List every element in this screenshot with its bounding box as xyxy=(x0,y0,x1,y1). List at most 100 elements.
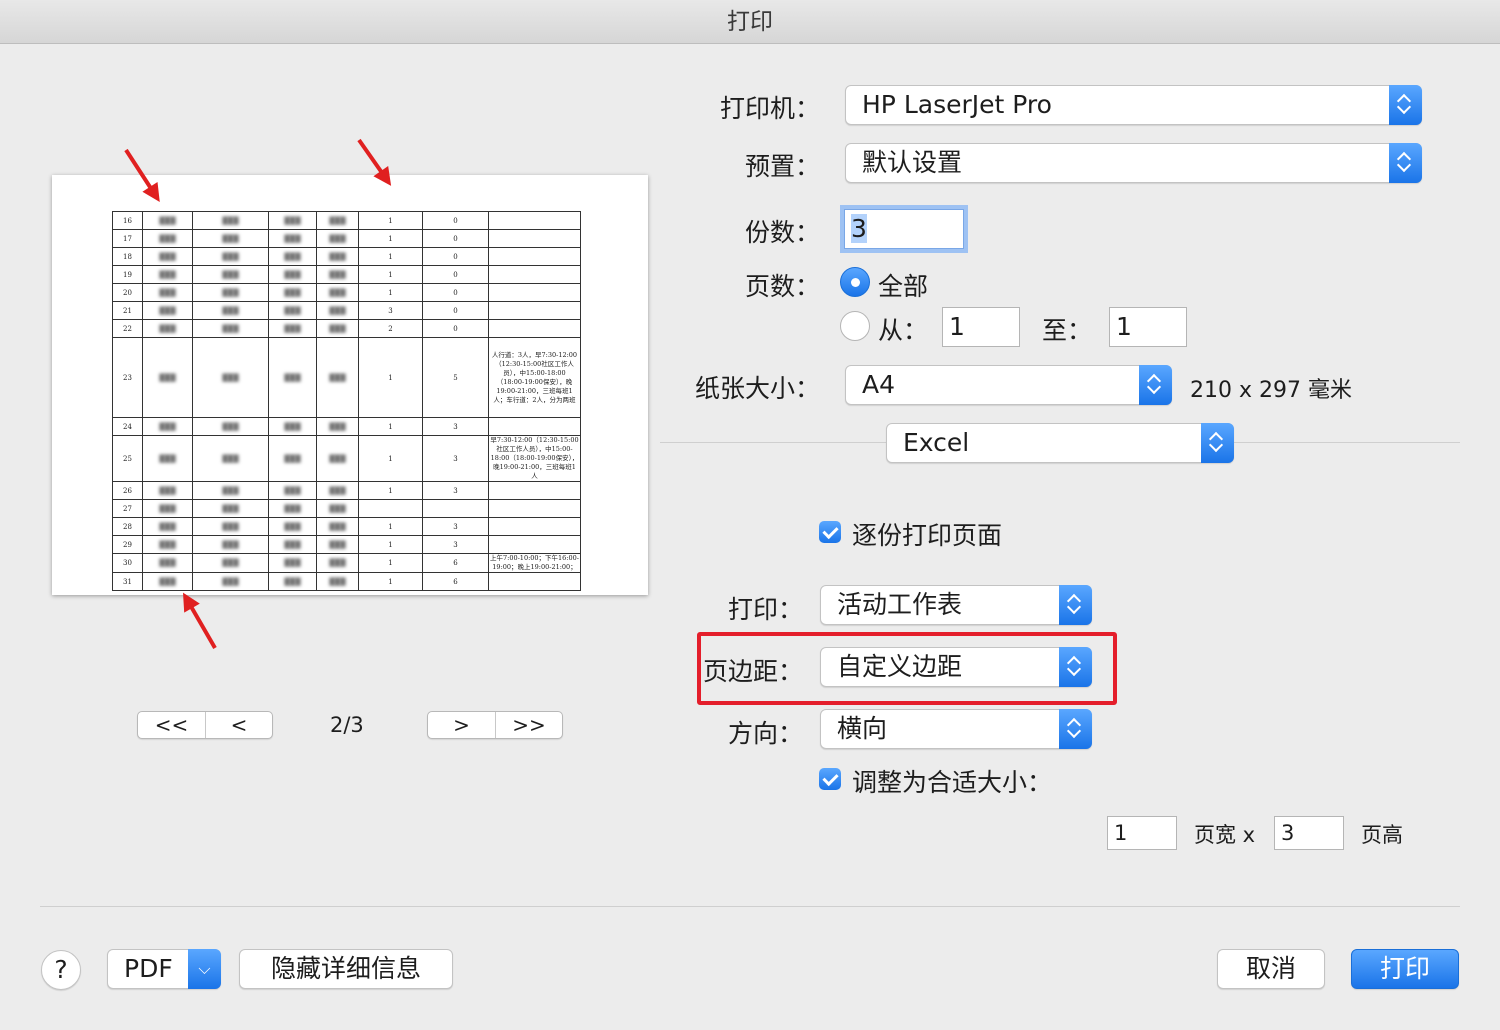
fit-to-checkbox[interactable] xyxy=(819,768,841,790)
redacted-cell: ███ xyxy=(142,435,193,482)
to-page-field[interactable]: 1 xyxy=(1109,307,1187,347)
redacted-cell: ███ xyxy=(268,481,317,500)
annotation-highlight-box xyxy=(697,632,1117,705)
redacted-cell: ███ xyxy=(142,229,193,248)
next-page-button[interactable]: > xyxy=(428,712,495,738)
table-cell: 3 xyxy=(422,435,489,482)
table-cell: 1 xyxy=(358,229,423,248)
print-what-label: 打印： xyxy=(727,595,803,624)
copies-value: 3 xyxy=(851,214,867,243)
redacted-cell: ███ xyxy=(142,499,193,518)
table-cell: 1 xyxy=(358,553,423,573)
redacted-cell: ███ xyxy=(192,517,269,536)
table-cell: 19 xyxy=(112,265,143,284)
from-page-field[interactable]: 1 xyxy=(942,307,1020,347)
table-cell: 1 xyxy=(358,337,423,418)
table-cell: 22 xyxy=(112,319,143,338)
first-page-button[interactable]: << xyxy=(138,712,205,738)
copies-field[interactable]: 3 xyxy=(844,209,964,249)
paper-dimensions: 210 x 297 毫米 xyxy=(1190,378,1352,403)
redacted-cell: ███ xyxy=(192,435,269,482)
redacted-cell: ███ xyxy=(316,417,359,436)
preview-nav-forward: > >> xyxy=(427,711,563,739)
redacted-cell: ███ xyxy=(142,517,193,536)
fit-pages-wide-label: 页宽 x xyxy=(1194,823,1256,847)
page-indicator: 2/3 xyxy=(330,713,364,737)
table-row: 24 ███ ███ ███ ███ 1 3 xyxy=(112,417,581,436)
note-cell: 上午7:00-10:00；下午16:00-19:00；晚上19:00-21:00… xyxy=(488,553,581,573)
table-row: 28 ███ ███ ███ ███ 1 3 xyxy=(112,517,581,536)
redacted-cell: ███ xyxy=(316,553,359,573)
pages-to-label: 至： xyxy=(1042,316,1093,345)
note-cell xyxy=(488,417,581,436)
print-what-popup[interactable]: 活动工作表 xyxy=(820,585,1092,625)
note-cell xyxy=(488,211,581,230)
pdf-menu-button[interactable]: PDF ⌵ xyxy=(107,949,221,989)
preset-popup[interactable]: 默认设置 xyxy=(845,143,1422,183)
copies-label: 份数： xyxy=(744,218,820,247)
redacted-cell: ███ xyxy=(192,301,269,320)
collate-checkbox[interactable] xyxy=(819,521,841,543)
redacted-cell: ███ xyxy=(316,319,359,338)
table-row: 17 ███ ███ ███ ███ 1 0 xyxy=(112,229,581,248)
redacted-cell: ███ xyxy=(142,337,193,418)
app-section-popup[interactable]: Excel xyxy=(886,423,1234,463)
redacted-cell: ███ xyxy=(142,417,193,436)
fit-to-label: 调整为合适大小： xyxy=(852,768,1053,797)
preview-nav-back: << < xyxy=(137,711,273,739)
redacted-cell: ███ xyxy=(316,435,359,482)
annotation-arrow xyxy=(188,603,217,649)
table-cell: 1 xyxy=(358,535,423,554)
popup-stepper-icon xyxy=(1201,423,1234,463)
table-cell: 6 xyxy=(422,553,489,573)
collate-label: 逐份打印页面 xyxy=(852,521,1003,550)
table-cell: 17 xyxy=(112,229,143,248)
pages-range-radio[interactable] xyxy=(840,311,870,341)
annotation-arrow xyxy=(357,138,385,176)
redacted-cell: ███ xyxy=(268,247,317,266)
paper-size-popup[interactable]: A4 xyxy=(845,365,1172,405)
orientation-popup[interactable]: 横向 xyxy=(820,709,1092,749)
redacted-cell: ███ xyxy=(268,417,317,436)
hide-details-button[interactable]: 隐藏详细信息 xyxy=(239,949,453,989)
popup-stepper-icon xyxy=(1139,365,1172,405)
redacted-cell: ███ xyxy=(142,319,193,338)
window-title: 打印 xyxy=(0,0,1500,44)
redacted-cell: ███ xyxy=(268,572,317,591)
table-cell: 3 xyxy=(422,535,489,554)
table-cell: 1 xyxy=(358,572,423,591)
prev-page-button[interactable]: < xyxy=(205,712,272,738)
cancel-button[interactable]: 取消 xyxy=(1217,949,1325,989)
paper-size-label: 纸张大小： xyxy=(694,374,820,403)
popup-stepper-icon xyxy=(1389,85,1422,125)
redacted-cell: ███ xyxy=(268,517,317,536)
pages-all-radio[interactable] xyxy=(840,267,870,297)
table-cell: 1 xyxy=(358,211,423,230)
printer-popup[interactable]: HP LaserJet Pro xyxy=(845,85,1422,125)
print-button[interactable]: 打印 xyxy=(1351,949,1459,989)
table-cell: 0 xyxy=(422,265,489,284)
redacted-cell: ███ xyxy=(142,301,193,320)
fit-pages-tall-field[interactable]: 3 xyxy=(1274,816,1344,850)
table-row: 18 ███ ███ ███ ███ 1 0 xyxy=(112,247,581,266)
redacted-cell: ███ xyxy=(142,481,193,500)
fit-pages-wide-field[interactable]: 1 xyxy=(1107,816,1177,850)
footer-divider xyxy=(40,906,1460,907)
pages-label: 页数： xyxy=(744,272,820,301)
pages-from-label: 从： xyxy=(878,316,929,345)
table-row: 20 ███ ███ ███ ███ 1 0 xyxy=(112,283,581,302)
table-cell: 1 xyxy=(358,517,423,536)
table-cell: 25 xyxy=(112,435,143,482)
popup-stepper-icon xyxy=(1389,143,1422,183)
last-page-button[interactable]: >> xyxy=(495,712,562,738)
table-cell: 5 xyxy=(422,337,489,418)
pdf-label: PDF xyxy=(124,954,173,983)
printer-label: 打印机： xyxy=(719,94,820,123)
table-cell: 0 xyxy=(422,319,489,338)
help-button[interactable]: ? xyxy=(41,950,81,990)
redacted-cell: ███ xyxy=(142,265,193,284)
table-row: 21 ███ ███ ███ ███ 3 0 xyxy=(112,301,581,320)
table-cell: 1 xyxy=(358,247,423,266)
table-cell: 24 xyxy=(112,417,143,436)
print-what-value: 活动工作表 xyxy=(837,590,963,619)
